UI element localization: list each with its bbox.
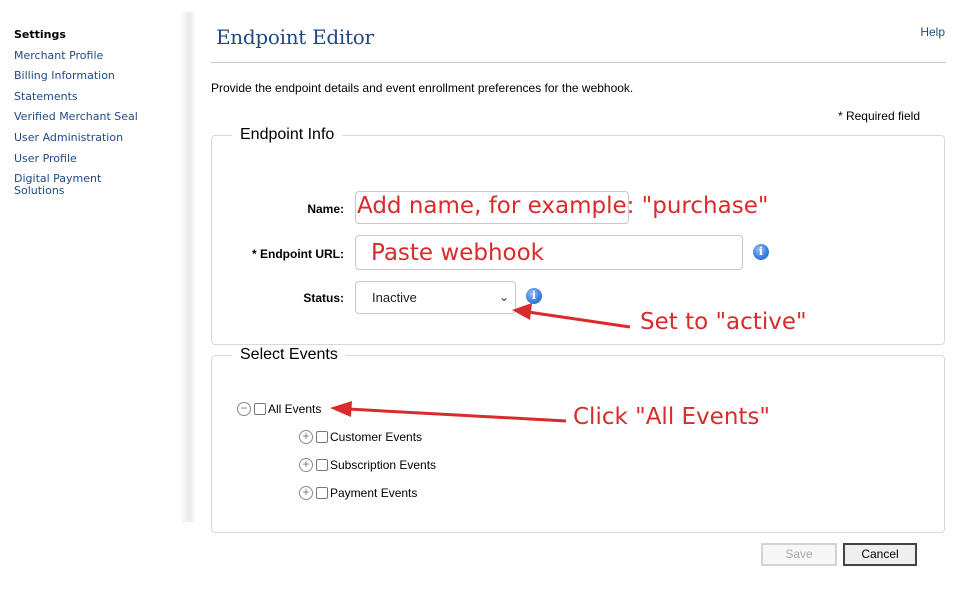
info-icon[interactable]: i — [526, 288, 542, 304]
customer-events-checkbox[interactable] — [316, 431, 328, 443]
page-title: Endpoint Editor — [216, 25, 374, 49]
tree-item-subscription-events: + Subscription Events — [299, 457, 436, 473]
tree-item-label[interactable]: Subscription Events — [330, 458, 436, 472]
expand-icon[interactable]: + — [299, 430, 313, 444]
cancel-button[interactable]: Cancel — [843, 543, 917, 566]
required-field-note: * Required field — [837, 109, 920, 123]
collapse-icon[interactable]: − — [237, 402, 251, 416]
sidebar-item-user-profile[interactable]: User Profile — [14, 153, 164, 165]
intro-text: Provide the endpoint details and event e… — [211, 81, 634, 95]
chevron-down-icon: ⌄ — [498, 290, 509, 304]
status-label: Status: — [303, 291, 344, 305]
expand-icon[interactable]: + — [299, 486, 313, 500]
tree-item-label[interactable]: All Events — [268, 402, 321, 416]
name-label: Name: — [307, 202, 344, 216]
all-events-checkbox[interactable] — [254, 403, 266, 415]
sidebar-item-digital-payment-solutions[interactable]: Digital Payment Solutions — [14, 173, 124, 197]
sidebar-item-verified-merchant-seal[interactable]: Verified Merchant Seal — [14, 111, 164, 123]
annotation-url-hint: Paste webhook — [371, 240, 544, 266]
title-divider — [211, 62, 946, 63]
status-select[interactable]: Inactive ⌄ — [355, 281, 516, 314]
tree-item-all-events: − All Events — [237, 401, 321, 417]
sidebar-item-statements[interactable]: Statements — [14, 91, 164, 103]
help-link[interactable]: Help — [920, 25, 945, 39]
save-button[interactable]: Save — [761, 543, 837, 566]
sidebar-item-billing-information[interactable]: Billing Information — [14, 70, 164, 82]
endpoint-url-label: * Endpoint URL: — [252, 247, 344, 261]
expand-icon[interactable]: + — [299, 458, 313, 472]
tree-item-label[interactable]: Customer Events — [330, 430, 422, 444]
sidebar-item-merchant-profile[interactable]: Merchant Profile — [14, 50, 164, 62]
subscription-events-checkbox[interactable] — [316, 459, 328, 471]
tree-item-payment-events: + Payment Events — [299, 485, 417, 501]
status-select-value: Inactive — [372, 290, 417, 305]
tree-item-customer-events: + Customer Events — [299, 429, 422, 445]
payment-events-checkbox[interactable] — [316, 487, 328, 499]
sidebar-title: Settings — [14, 28, 66, 41]
select-events-legend: Select Events — [240, 346, 338, 363]
tree-item-label[interactable]: Payment Events — [330, 486, 417, 500]
annotation-name-hint: Add name, for example: "purchase" — [357, 193, 769, 219]
endpoint-info-legend: Endpoint Info — [240, 126, 335, 143]
main-content: Endpoint Editor Help Provide the endpoin… — [211, 0, 946, 607]
settings-sidebar: Settings Merchant Profile Billing Inform… — [0, 12, 196, 522]
annotation-status-hint: Set to "active" — [640, 309, 807, 335]
sidebar-item-user-administration[interactable]: User Administration — [14, 132, 164, 144]
annotation-events-hint: Click "All Events" — [573, 404, 770, 430]
info-icon[interactable]: i — [753, 244, 769, 260]
